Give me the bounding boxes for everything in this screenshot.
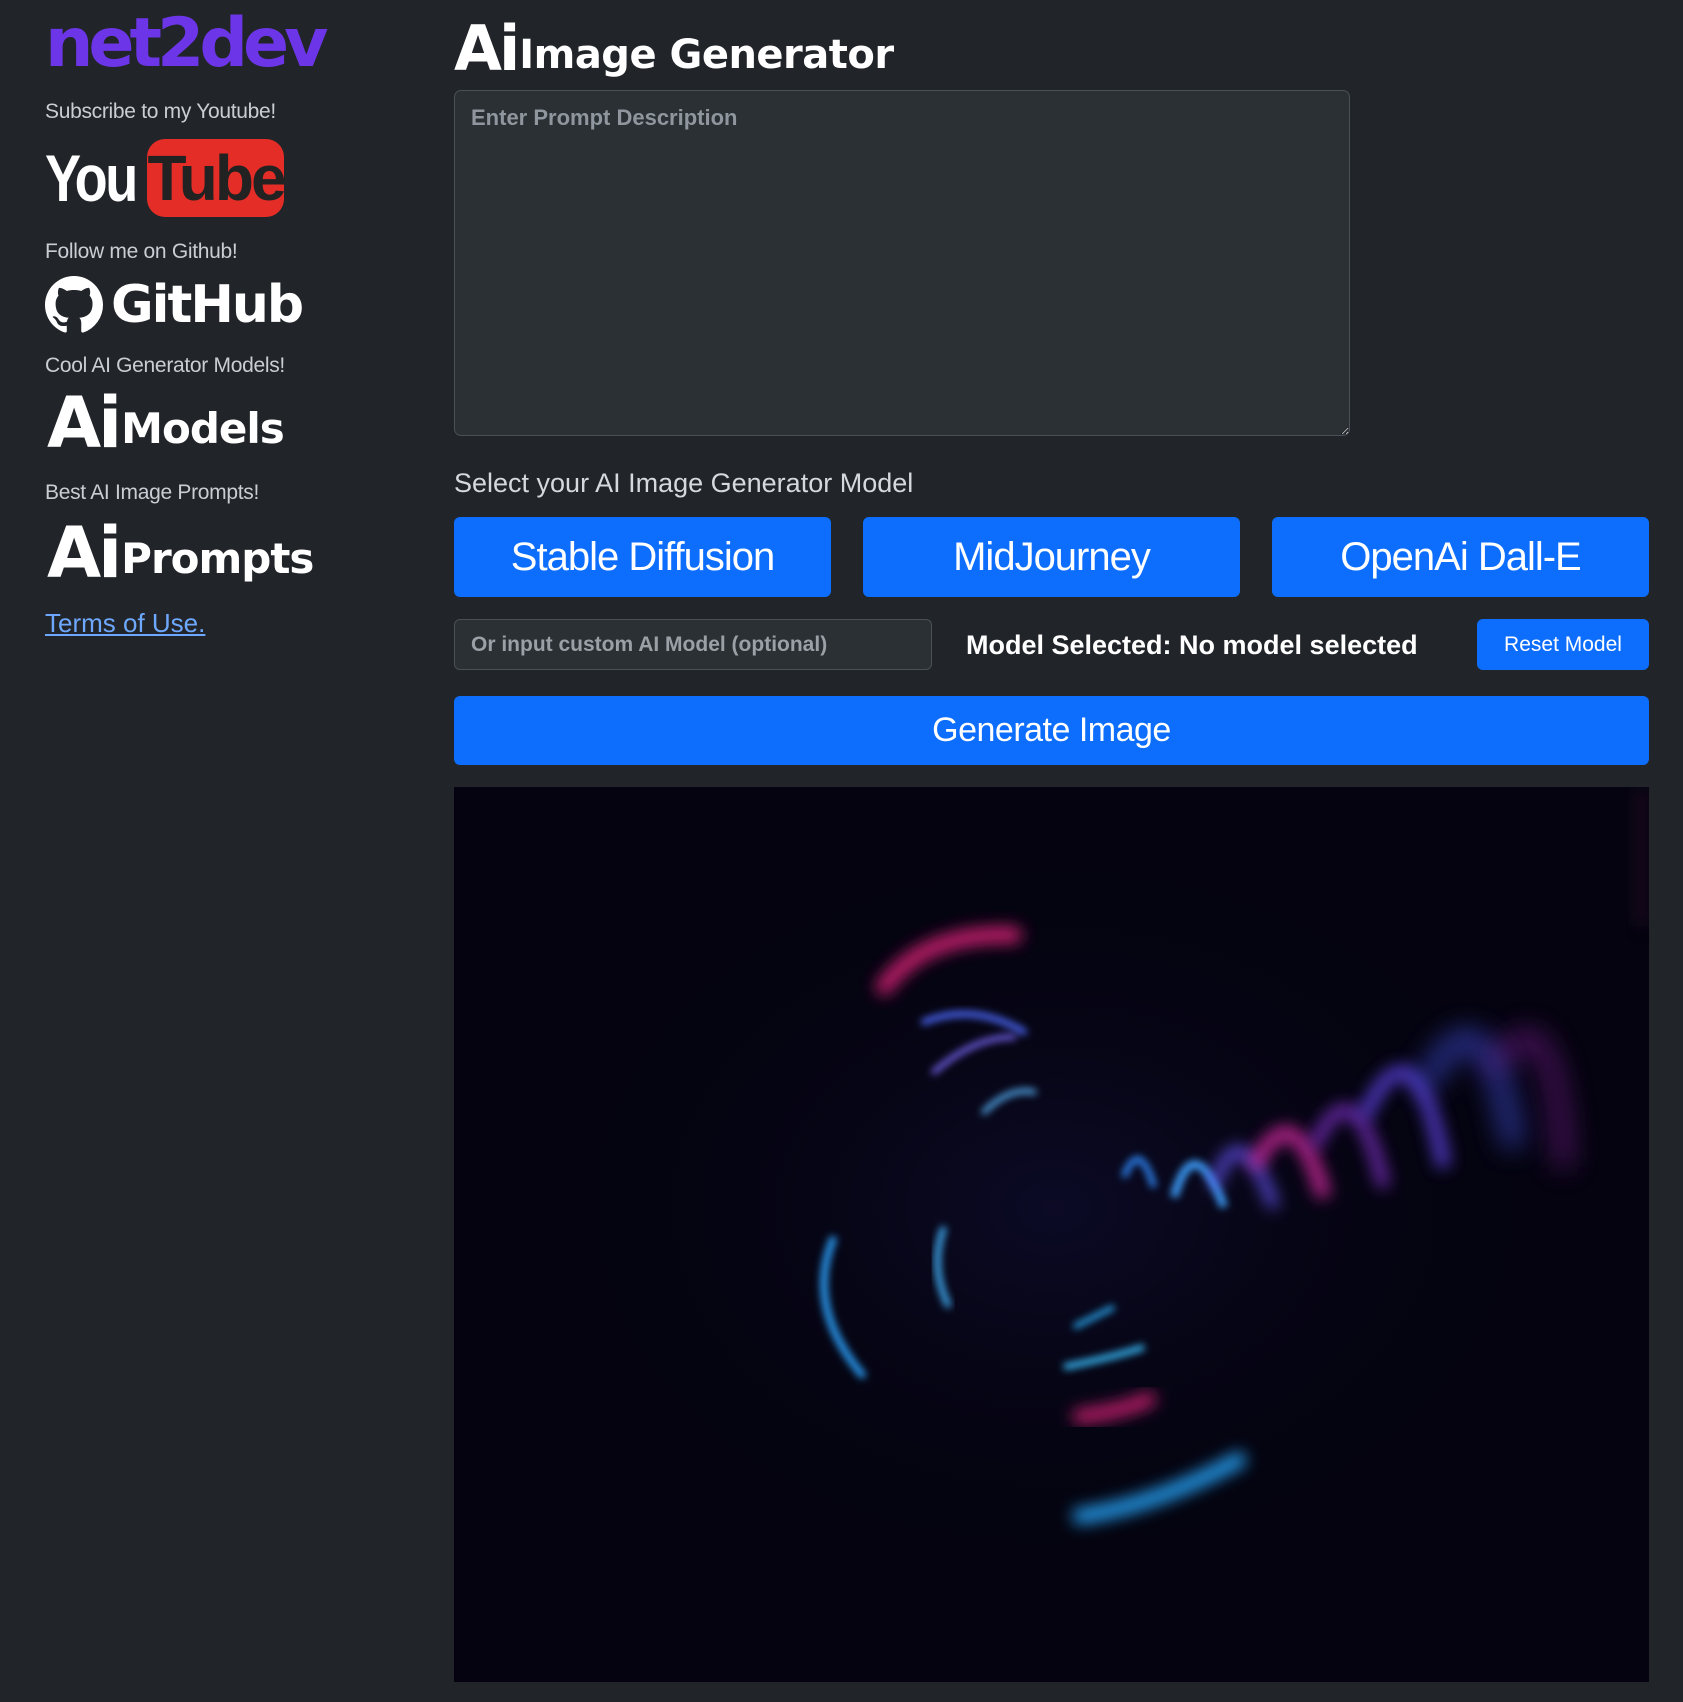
- youtube-logo-link[interactable]: You Tube: [45, 138, 287, 218]
- youtube-logo-you: You: [45, 141, 138, 215]
- model-button-stable-diffusion[interactable]: Stable Diffusion: [454, 517, 831, 597]
- page-title-text: Image Generator: [519, 32, 894, 78]
- models-caption: Cool AI Generator Models!: [45, 354, 285, 377]
- model-select-label: Select your AI Image Generator Model: [454, 468, 914, 498]
- brand-logo[interactable]: net2dev: [45, 2, 328, 86]
- page-title: Ai Image Generator: [454, 10, 894, 80]
- generated-image-artwork: [454, 787, 1649, 1682]
- prompts-caption: Best AI Image Prompts!: [45, 481, 259, 504]
- generate-image-button[interactable]: Generate Image: [454, 696, 1649, 765]
- ai-models-logo-link[interactable]: Ai Models: [47, 382, 285, 464]
- ai-models-logo-ai: Ai: [47, 382, 122, 464]
- model-selected-status: Model Selected: No model selected: [966, 630, 1418, 660]
- ai-prompts-logo-link[interactable]: Ai Prompts: [47, 512, 314, 594]
- ai-models-logo-text: Models: [121, 404, 285, 453]
- youtube-logo-tube: Tube: [147, 139, 287, 217]
- github-logo-link[interactable]: GitHub: [45, 275, 304, 335]
- ai-prompts-logo-text: Prompts: [121, 534, 314, 583]
- terms-of-use-link[interactable]: Terms of Use.: [45, 608, 205, 639]
- model-button-midjourney[interactable]: MidJourney: [863, 517, 1240, 597]
- github-octocat-icon: [45, 276, 103, 333]
- ai-prompts-logo-ai: Ai: [47, 512, 122, 594]
- reset-model-button[interactable]: Reset Model: [1477, 619, 1649, 670]
- youtube-caption: Subscribe to my Youtube!: [45, 100, 276, 123]
- custom-model-input[interactable]: [454, 619, 932, 670]
- prompt-description-textarea[interactable]: [454, 90, 1350, 436]
- github-caption: Follow me on Github!: [45, 240, 238, 263]
- model-button-openai-dalle[interactable]: OpenAi Dall-E: [1272, 517, 1649, 597]
- generated-image: [454, 787, 1649, 1682]
- github-logo-text: GitHub: [111, 275, 304, 335]
- page-title-ai: Ai: [454, 12, 520, 85]
